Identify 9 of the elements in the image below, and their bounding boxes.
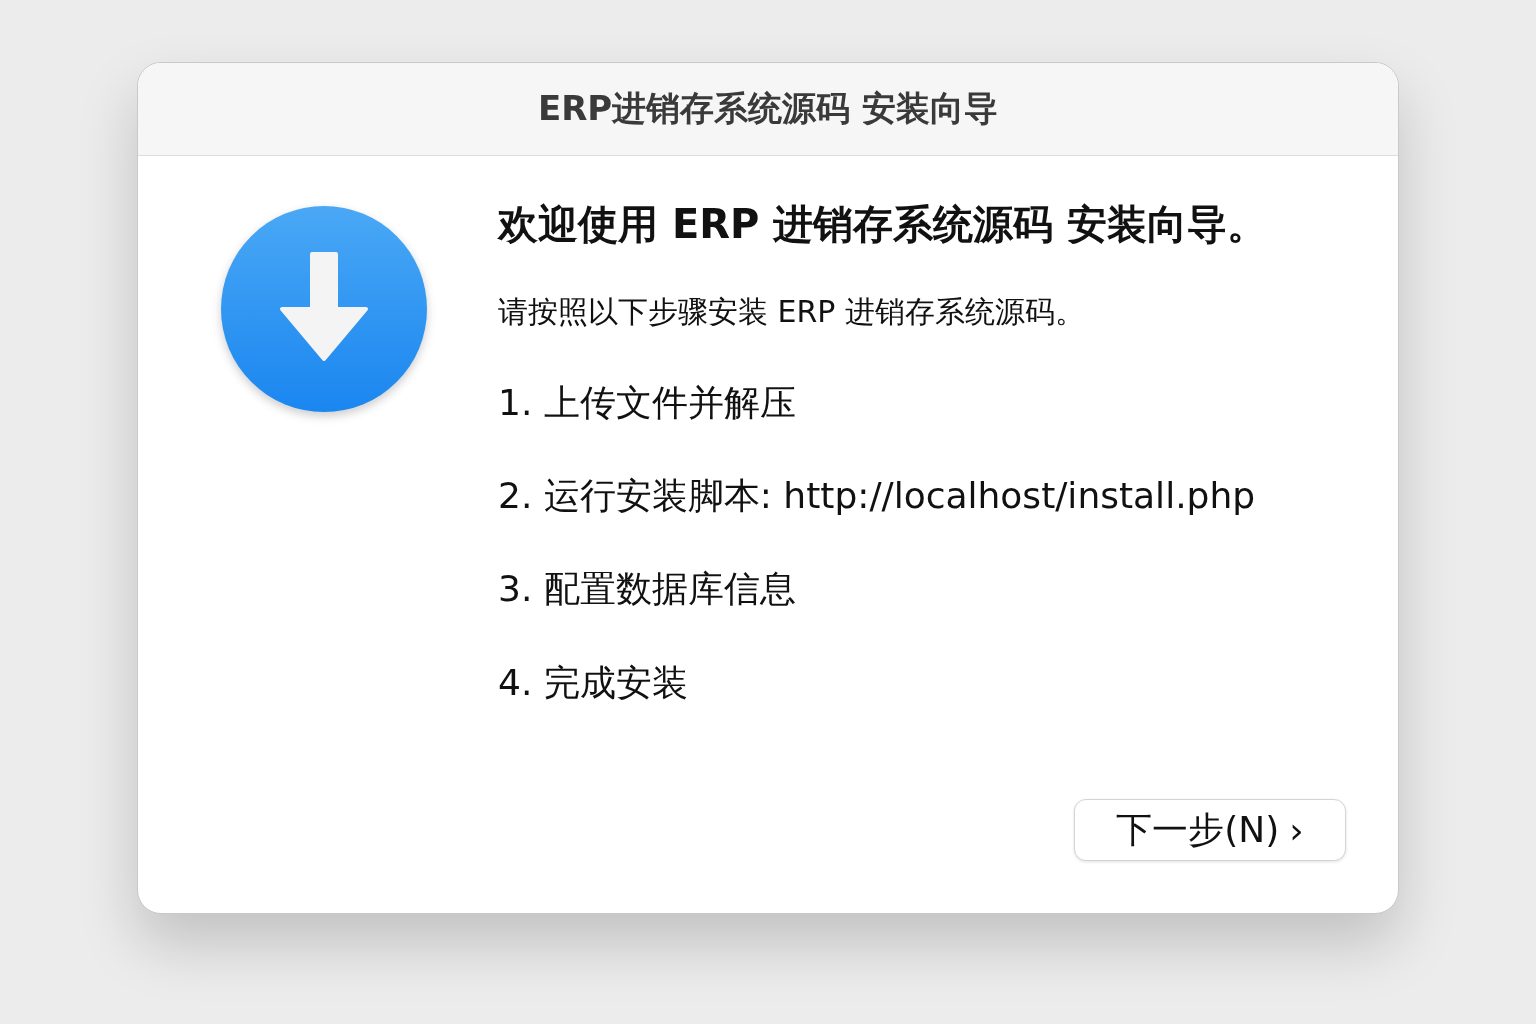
intro-text: 请按照以下步骤安装 ERP 进销存系统源码。 xyxy=(498,293,1086,331)
step-text: 4. 完成安装 xyxy=(498,660,689,704)
next-button[interactable]: 下一步(N) › xyxy=(1074,799,1346,861)
step-text: 3. 配置数据库信息 xyxy=(498,567,797,611)
window-title: ERP进销存系统源码 安装向导 xyxy=(537,87,999,130)
step-text: 1. 上传文件并解压 xyxy=(498,381,797,425)
welcome-heading: 欢迎使用 ERP 进销存系统源码 安装向导。 xyxy=(498,200,1269,248)
step-text: 2. 运行安装脚本: http://localhost/install.php xyxy=(498,474,1257,518)
download-icon xyxy=(219,204,429,414)
